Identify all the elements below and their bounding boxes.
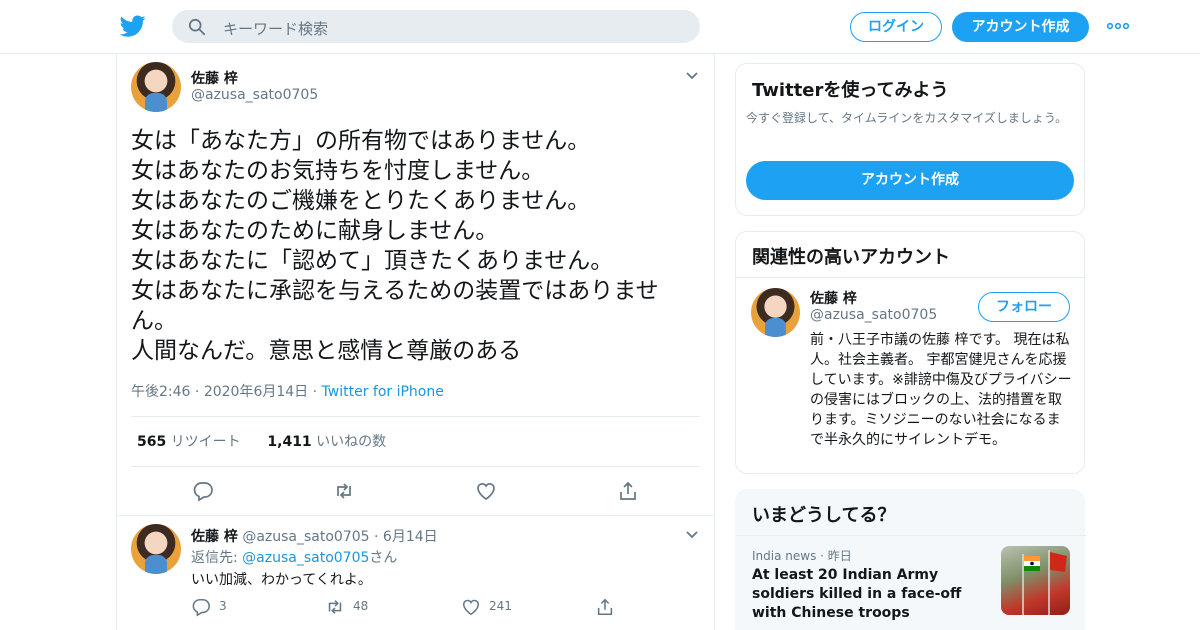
reply-retweet-action[interactable]: 48 [325, 596, 368, 616]
signup-card: Twitterを使ってみよう 今すぐ登録して、タイムラインをカスタマイズしましょ… [735, 63, 1085, 216]
related-accounts-card: 関連性の高いアカウント 佐藤 梓 @azusa_sato0705 フォロー 前・… [735, 231, 1085, 474]
author-name[interactable]: 佐藤 梓 [191, 68, 238, 88]
like-heart-icon[interactable] [475, 480, 497, 502]
share-icon[interactable] [595, 597, 615, 617]
trend-time: 昨日 [827, 549, 852, 563]
search-box[interactable]: キーワード検索 [172, 10, 700, 43]
twitter-bird-logo-icon[interactable] [120, 13, 146, 39]
reply-icon[interactable] [192, 480, 214, 502]
divider [736, 277, 1084, 278]
trend-thumbnail[interactable] [1001, 546, 1070, 615]
retweet-count-label[interactable]: リツイート [171, 434, 241, 450]
related-account-bio: 前・八王子市議の佐藤 梓です。 現在は私人。社会主義者。 宇都宮健児さんを応援し… [810, 332, 1072, 448]
tweet-stats: 565 リツイート 1,411 いいねの数 [137, 431, 386, 451]
reply-retweet-count: 48 [353, 599, 369, 613]
reply-date[interactable]: 6月14日 [383, 529, 438, 545]
tweet-date[interactable]: 2020年6月14日 [204, 384, 308, 400]
reply-icon[interactable] [191, 597, 211, 617]
reply-like-count: 241 [489, 599, 512, 613]
divider [117, 515, 714, 516]
related-account-name[interactable]: 佐藤 梓 [810, 288, 857, 308]
trend-meta: India news · 昨日 [752, 549, 852, 563]
flags-image-icon [1022, 550, 1067, 615]
replying-to: 返信先: @azusa_sato0705さん [191, 547, 397, 567]
signup-button[interactable]: アカウント作成 [952, 12, 1089, 42]
trends-card: いまどうしてる？ India news · 昨日 At least 20 Ind… [735, 489, 1086, 630]
tweet-source-link[interactable]: Twitter for iPhone [322, 384, 444, 400]
trend-source: India news [752, 549, 817, 563]
share-icon[interactable] [617, 480, 639, 502]
signup-card-title: Twitterを使ってみよう [752, 80, 949, 101]
divider [736, 535, 1086, 536]
reply-reply-action[interactable]: 3 [191, 596, 227, 617]
tweet-text: 女は「あなた方」の所有物ではありません。 女はあなたのお気持ちを忖度しません。 … [131, 128, 659, 364]
like-heart-icon[interactable] [461, 597, 481, 617]
tweet-time[interactable]: 午後2:46 [131, 384, 190, 400]
reply-count: 3 [219, 599, 227, 613]
reply-author-handle[interactable]: @azusa_sato0705 [242, 529, 369, 545]
author-handle[interactable]: @azusa_sato0705 [191, 87, 318, 103]
follow-button[interactable]: フォロー [978, 292, 1070, 322]
reply-author-name[interactable]: 佐藤 梓 [191, 529, 238, 545]
more-options-icon[interactable] [1107, 22, 1129, 30]
like-count[interactable]: 1,411 [267, 434, 311, 450]
replying-to-prefix: 返信先: [191, 550, 243, 566]
trend-headline[interactable]: At least 20 Indian Army soldiers killed … [752, 566, 984, 623]
related-account-handle[interactable]: @azusa_sato0705 [810, 307, 937, 323]
signup-card-button[interactable]: アカウント作成 [746, 161, 1074, 200]
reply-author-avatar[interactable] [131, 524, 181, 574]
reply-like-action[interactable]: 241 [461, 596, 512, 616]
reply-text: いい加減、わかってくれよ。 [191, 572, 372, 588]
related-account-avatar[interactable] [751, 288, 800, 337]
retweet-icon[interactable] [333, 480, 355, 502]
search-icon [188, 18, 206, 36]
reply-share-action[interactable] [595, 596, 623, 616]
trends-title: いまどうしてる？ [752, 505, 896, 526]
chevron-down-icon[interactable] [685, 71, 699, 81]
related-accounts-title: 関連性の高いアカウント [752, 247, 950, 268]
search-input[interactable]: キーワード検索 [223, 18, 328, 39]
top-navigation-bar: キーワード検索 ログイン アカウント作成 [0, 0, 1200, 54]
tweet-timestamp: 午後2:46 · 2020年6月14日 · Twitter for iPhone [131, 384, 444, 400]
retweet-icon[interactable] [325, 597, 345, 617]
signup-card-subtitle: 今すぐ登録して、タイムラインをカスタマイズしましょう。 [746, 111, 1068, 125]
replying-to-handle-link[interactable]: @azusa_sato0705 [242, 550, 369, 566]
login-button[interactable]: ログイン [850, 12, 942, 42]
tweet-column: 佐藤 梓 @azusa_sato0705 女は「あなた方」の所有物ではありません… [116, 54, 715, 630]
reply-header: 佐藤 梓 @azusa_sato0705 · 6月14日 [191, 529, 438, 545]
like-count-label[interactable]: いいねの数 [316, 434, 386, 450]
divider [131, 466, 700, 467]
replying-to-suffix: さん [369, 550, 398, 566]
divider [131, 416, 700, 417]
retweet-count[interactable]: 565 [137, 434, 166, 450]
chevron-down-icon[interactable] [685, 530, 699, 540]
author-avatar[interactable] [131, 62, 181, 112]
